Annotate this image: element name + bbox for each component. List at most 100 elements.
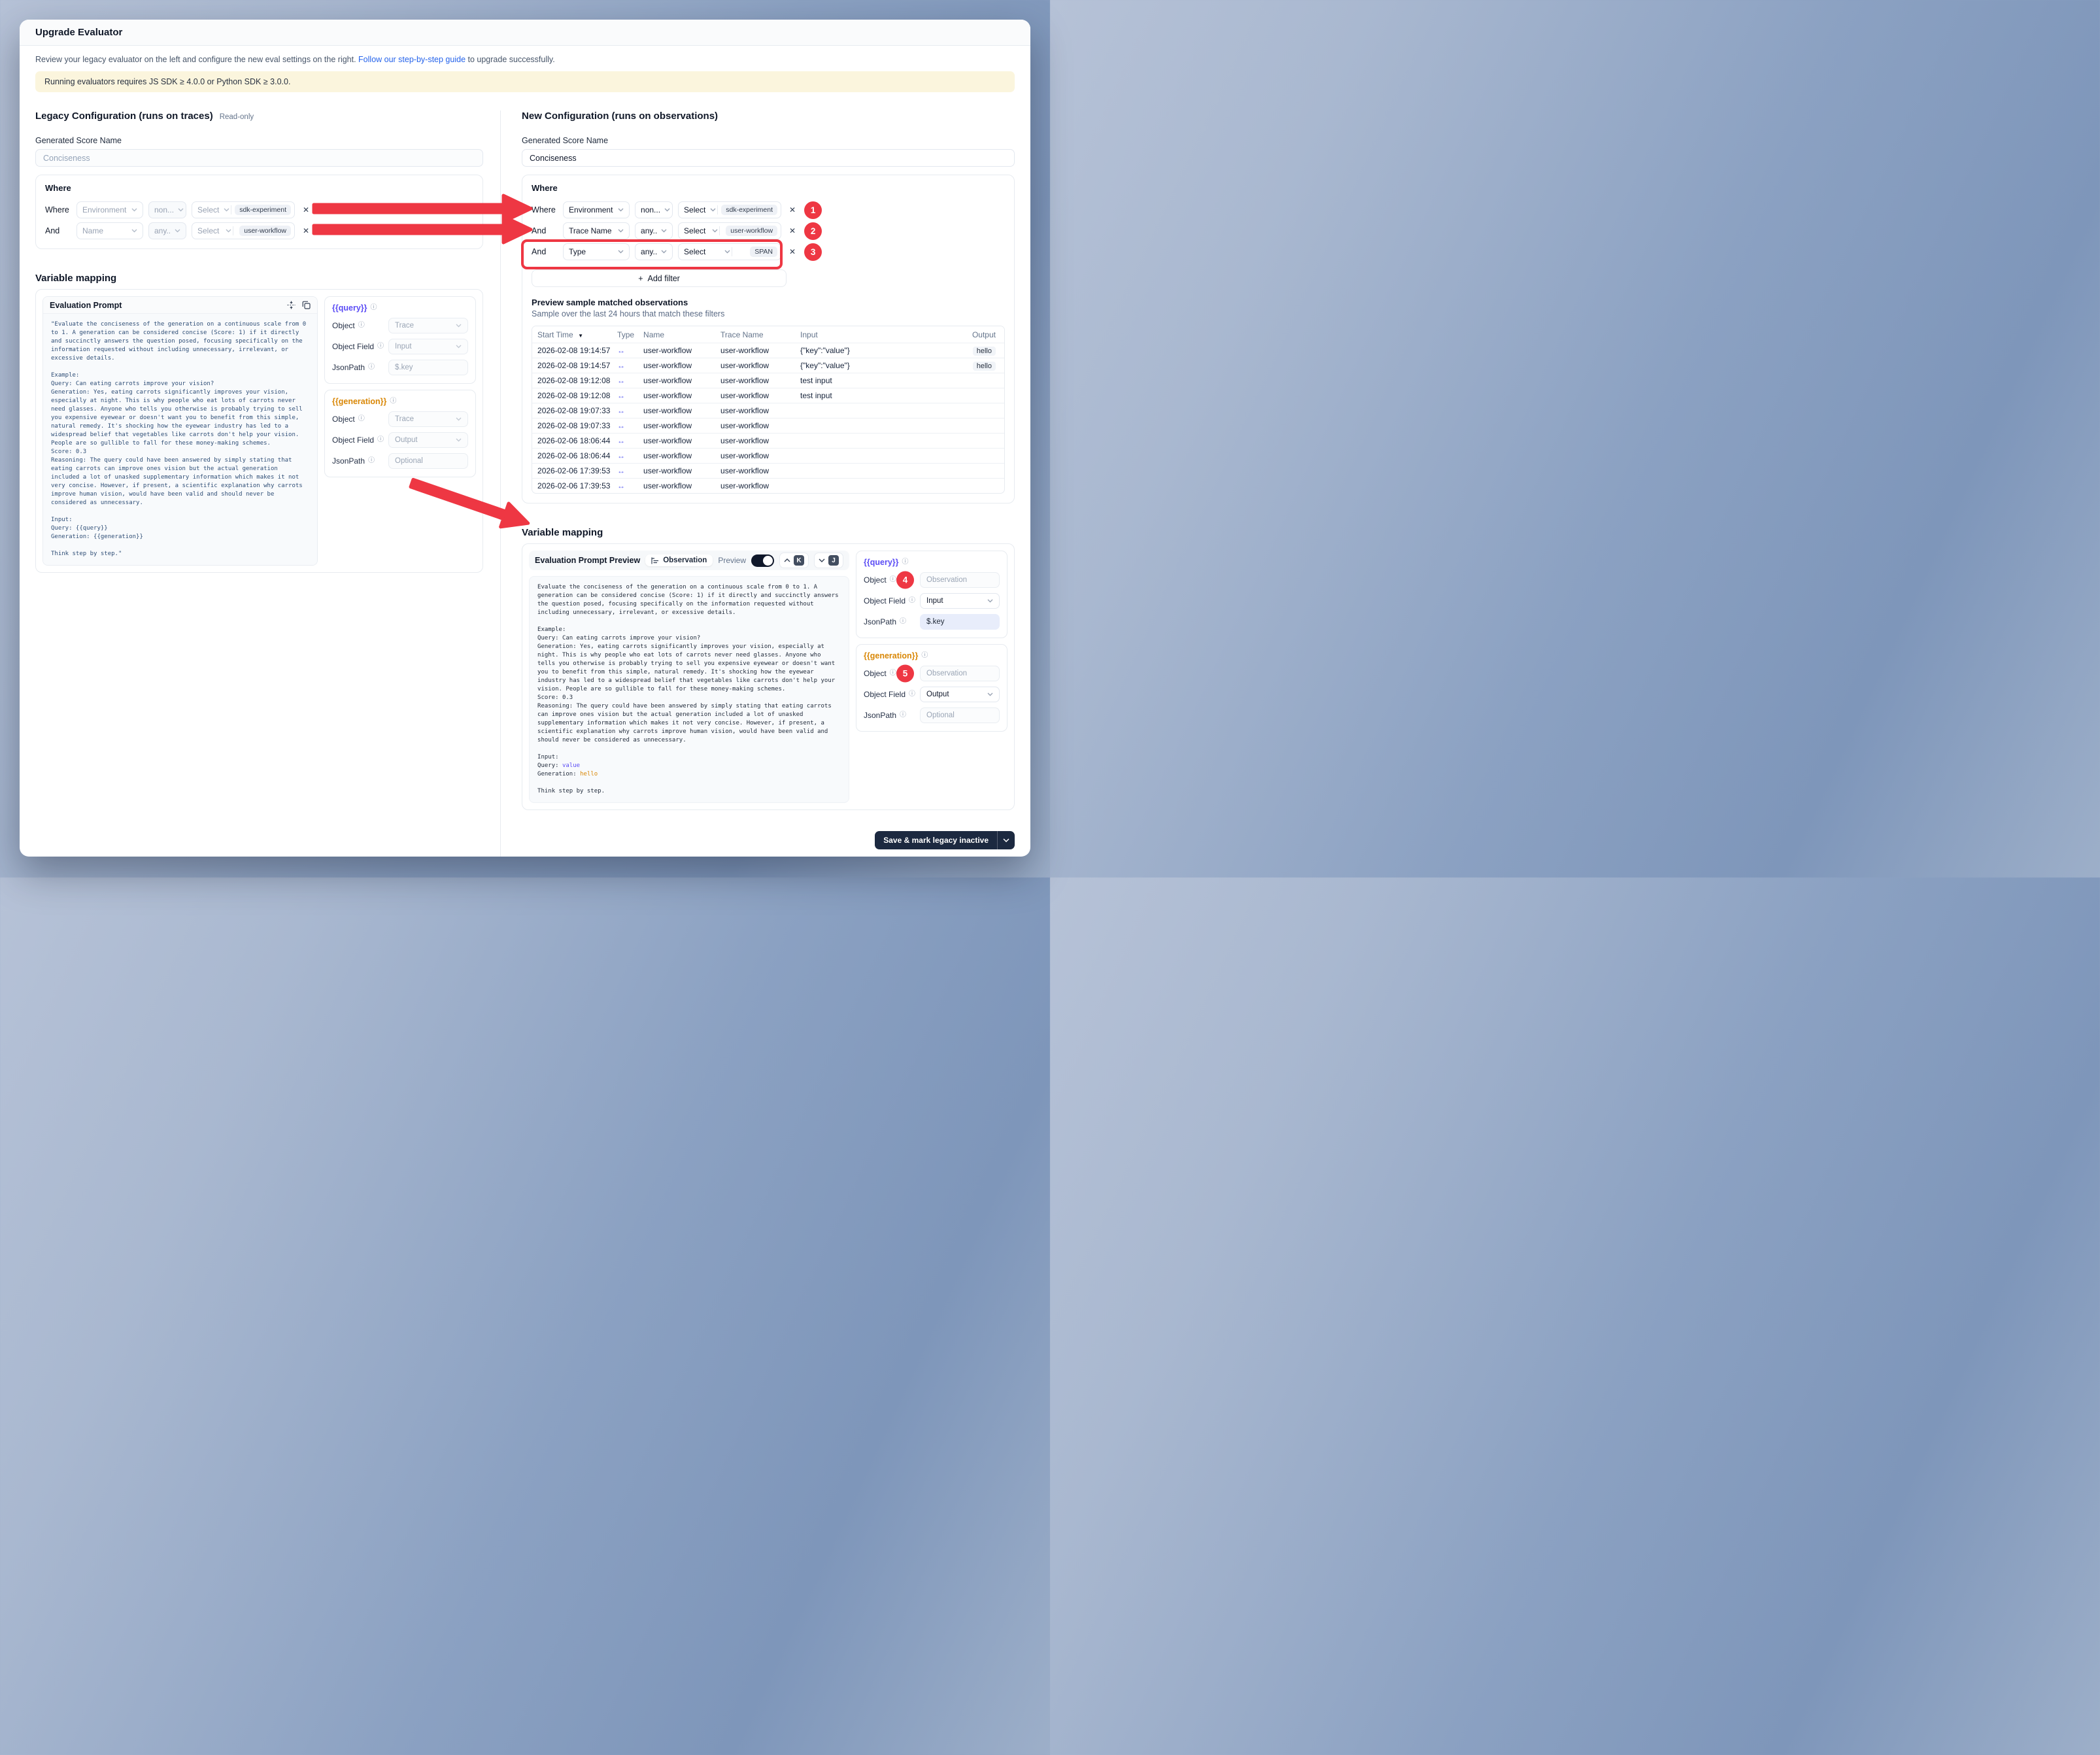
upgrade-evaluator-modal: Upgrade Evaluator Review your legacy eva… [20, 20, 1030, 857]
table-header-row: Start Time ▼ Type Name Trace Name Input … [532, 326, 1004, 343]
info-icon: ⓘ [371, 305, 377, 311]
keycap-j: J [828, 555, 839, 566]
remove-filter-button[interactable]: ✕ [789, 248, 796, 256]
table-row[interactable]: 2026-02-08 19:07:33↔user-workflowuser-wo… [532, 418, 1004, 433]
filter-connector: And [532, 247, 558, 256]
new-value-select[interactable]: Selectsdk-experiment [678, 201, 781, 218]
legacy-score-name-label: Generated Score Name [35, 136, 483, 145]
chevron-down-icon [456, 438, 462, 442]
table-row[interactable]: 2026-02-06 17:39:53↔user-workflowuser-wo… [532, 478, 1004, 493]
new-column-select[interactable]: Type [563, 243, 630, 260]
span-type-icon: ↔ [612, 346, 638, 355]
chevron-down-icon [456, 345, 462, 349]
output-chip: hello [973, 362, 996, 371]
query-object-field-select[interactable]: Input [920, 593, 1000, 609]
span-type-icon: ↔ [612, 451, 638, 460]
step-by-step-guide-link[interactable]: Follow our step-by-step guide [358, 55, 466, 64]
filter-connector: Where [532, 205, 558, 214]
legacy-heading: Legacy Configuration (runs on traces) [35, 111, 213, 122]
legacy-operator-select: non... [148, 201, 186, 218]
new-configuration-section: New Configuration (runs on observations)… [501, 111, 1015, 857]
column-header-start-time[interactable]: Start Time ▼ [532, 330, 612, 339]
query-jsonpath-input[interactable]: $.key [920, 614, 1000, 630]
column-header-trace-name: Trace Name [715, 330, 795, 339]
chevron-down-icon [720, 250, 730, 254]
span-type-icon: ↔ [612, 361, 638, 370]
chevron-down-icon [614, 250, 624, 254]
filter-value-chip: sdk-experiment [721, 205, 777, 215]
table-row[interactable]: 2026-02-08 19:14:57↔user-workflowuser-wo… [532, 343, 1004, 358]
chevron-down-icon [706, 208, 716, 212]
info-icon: ⓘ [890, 577, 896, 583]
annotation-badge-4: 4 [896, 571, 914, 589]
annotation-badge-2: 2 [804, 222, 822, 240]
filter-connector: And [45, 226, 71, 235]
info-icon: ⓘ [890, 670, 896, 677]
save-button[interactable]: Save & mark legacy inactive [875, 831, 997, 849]
remove-filter-icon: ✕ [303, 206, 309, 214]
column-header-name: Name [638, 330, 715, 339]
collapse-icon[interactable] [287, 301, 296, 309]
new-variable-mapping-heading: Variable mapping [522, 527, 1015, 538]
remove-filter-button[interactable]: ✕ [789, 227, 796, 235]
new-column-select[interactable]: Trace Name [563, 222, 630, 239]
query-jsonpath-input: $.key [388, 360, 468, 375]
span-type-icon: ↔ [612, 466, 638, 475]
chevron-up-icon [784, 558, 790, 562]
preview-observations-subtitle: Sample over the last 24 hours that match… [532, 309, 1005, 318]
filter-value-chip: user-workflow [726, 226, 777, 236]
new-value-select[interactable]: Selectuser-workflow [678, 222, 781, 239]
legacy-operator-select: any.. [148, 222, 186, 239]
legacy-configuration-section: Legacy Configuration (runs on traces) Re… [35, 111, 501, 857]
table-row[interactable]: 2026-02-08 19:12:08↔user-workflowuser-wo… [532, 388, 1004, 403]
query-variable-name: {{query}} [332, 303, 367, 313]
observation-badge[interactable]: Observation [645, 554, 713, 566]
new-operator-select[interactable]: any.. [635, 243, 673, 260]
legacy-score-name-input: Conciseness [35, 149, 483, 167]
chevron-down-icon [708, 229, 718, 233]
add-filter-button[interactable]: +Add filter [532, 269, 787, 287]
chevron-down-icon [1003, 838, 1009, 842]
save-options-button[interactable] [997, 831, 1015, 849]
new-operator-select[interactable]: any.. [635, 222, 673, 239]
chevron-down-icon [660, 208, 670, 212]
new-filter-row-2: And Trace Name any.. Selectuser-workflow… [532, 222, 1005, 239]
object-field-label: Object Field [864, 596, 906, 605]
generation-jsonpath-input[interactable]: Optional [920, 707, 1000, 723]
generation-jsonpath-input: Optional [388, 453, 468, 469]
intro-after: to upgrade successfully. [466, 55, 555, 64]
new-score-name-input[interactable]: Conciseness [522, 149, 1015, 167]
table-row[interactable]: 2026-02-06 18:06:44↔user-workflowuser-wo… [532, 433, 1004, 448]
next-item-button[interactable]: J [814, 553, 843, 568]
annotation-badge-1: 1 [804, 201, 822, 219]
table-row[interactable]: 2026-02-08 19:07:33↔user-workflowuser-wo… [532, 403, 1004, 418]
info-icon: ⓘ [358, 322, 365, 329]
legacy-variable-mapping-card: Evaluation Prompt "Evaluate the concisen… [35, 289, 483, 573]
preview-toggle[interactable] [751, 554, 774, 567]
new-column-select[interactable]: Environment [563, 201, 630, 218]
info-icon: ⓘ [390, 398, 396, 405]
copy-icon[interactable] [302, 301, 311, 309]
chevron-down-icon [220, 208, 229, 212]
jsonpath-label: JsonPath [864, 711, 896, 720]
table-row[interactable]: 2026-02-06 17:39:53↔user-workflowuser-wo… [532, 463, 1004, 478]
info-icon: ⓘ [921, 653, 928, 659]
table-row[interactable]: 2026-02-06 18:06:44↔user-workflowuser-wo… [532, 448, 1004, 463]
new-where-title: Where [532, 183, 1005, 194]
remove-filter-button[interactable]: ✕ [789, 206, 796, 214]
table-row[interactable]: 2026-02-08 19:12:08↔user-workflowuser-wo… [532, 373, 1004, 388]
new-value-select[interactable]: SelectSPAN [678, 243, 781, 260]
banner-text: Running evaluators requires JS SDK ≥ 4.0… [44, 77, 290, 86]
info-icon: ⓘ [358, 416, 365, 422]
prev-item-button[interactable]: K [779, 553, 809, 568]
chevron-down-icon [456, 324, 462, 328]
legacy-value-select: Selectuser-workflow [192, 222, 295, 239]
table-row[interactable]: 2026-02-08 19:14:57↔user-workflowuser-wo… [532, 358, 1004, 373]
chevron-down-icon [657, 250, 667, 254]
info-icon: ⓘ [902, 559, 909, 566]
legacy-filter-row-2: And Name any.. Selectuser-workflow ✕ [45, 222, 473, 239]
generation-object-field-select[interactable]: Output [920, 687, 1000, 702]
chevron-down-icon [171, 229, 180, 233]
chevron-down-icon [819, 558, 825, 562]
new-operator-select[interactable]: non... [635, 201, 673, 218]
